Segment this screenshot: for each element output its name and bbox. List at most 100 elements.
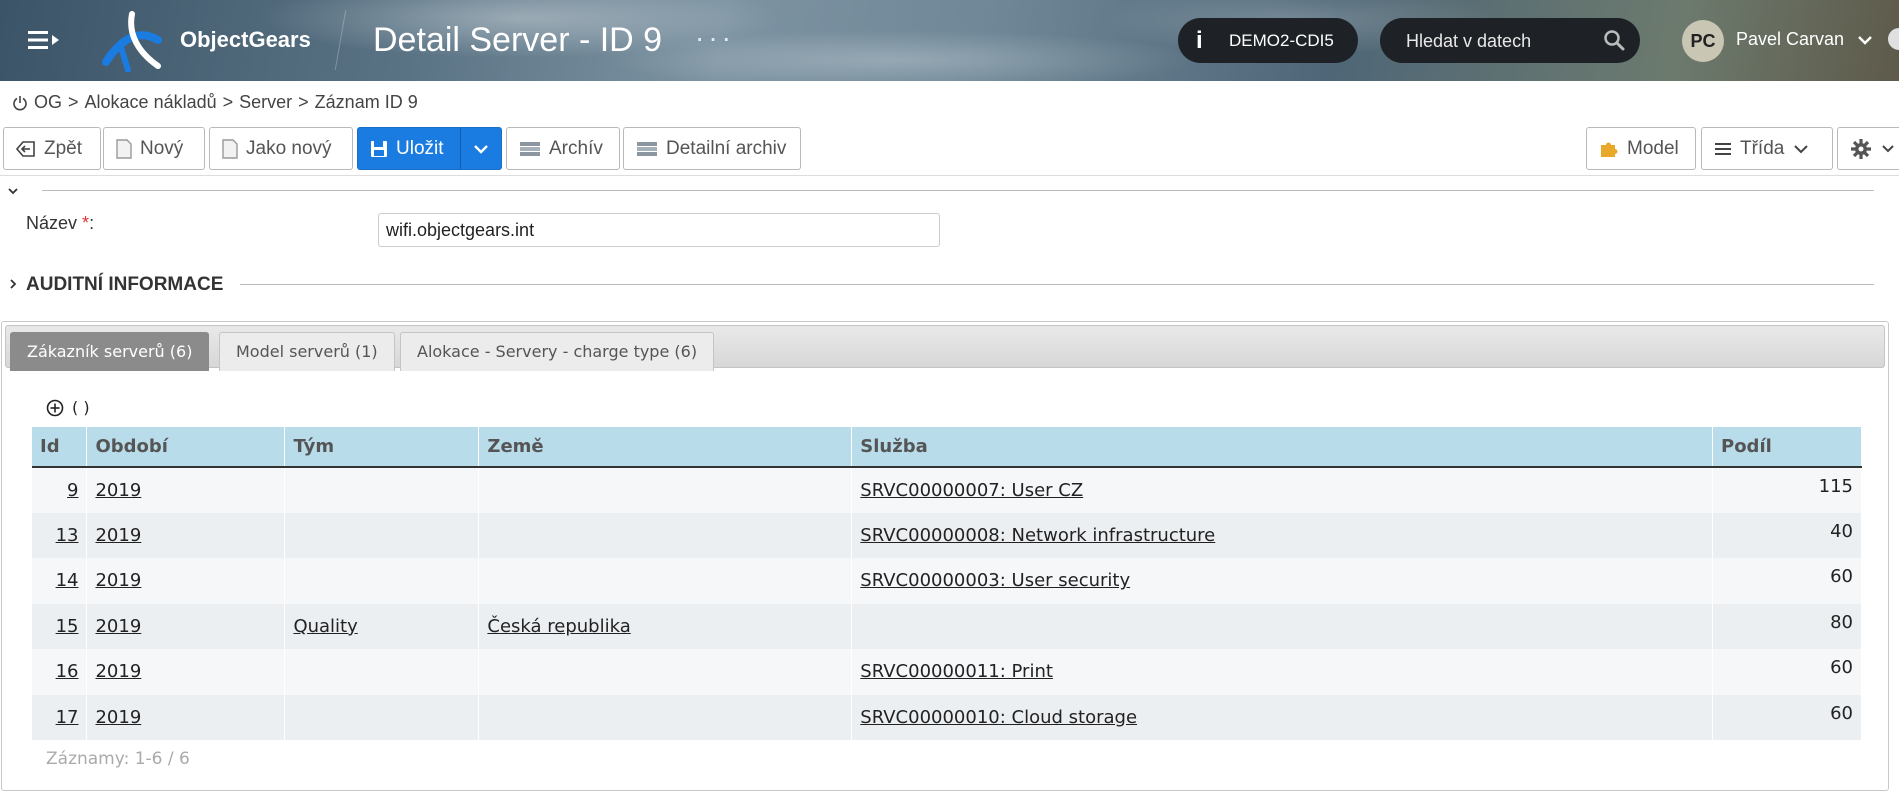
- column-header-team[interactable]: Tým: [284, 427, 480, 468]
- name-field-label: Název *:: [26, 213, 94, 234]
- table-row: 16 2019 SRVC00000011: Print 60: [32, 649, 1862, 695]
- row-period-link[interactable]: 2019: [95, 480, 141, 501]
- list-icon: [1715, 142, 1731, 155]
- row-service-link[interactable]: SRVC00000003: User security: [860, 570, 1130, 591]
- row-team-link[interactable]: Quality: [293, 616, 357, 637]
- environment-label: DEMO2-CDI5: [1229, 31, 1334, 50]
- class-label: Třída: [1740, 137, 1785, 159]
- gear-icon: [1851, 138, 1871, 159]
- new-button[interactable]: Nový: [103, 127, 205, 170]
- back-icon: [16, 140, 35, 157]
- row-service-link[interactable]: SRVC00000010: Cloud storage: [860, 707, 1137, 728]
- table-row: 9 2019 SRVC00000007: User CZ 115: [32, 467, 1862, 513]
- breadcrumb-server[interactable]: Server: [239, 92, 292, 113]
- tab-server-model[interactable]: Model serverů (1): [219, 332, 395, 371]
- expand-chevron-icon[interactable]: [6, 277, 20, 291]
- collapse-chevron-icon[interactable]: [6, 184, 20, 198]
- add-record-row: ( ): [46, 398, 90, 417]
- row-period-link[interactable]: 2019: [95, 616, 141, 637]
- column-header-period[interactable]: Období: [86, 427, 286, 468]
- document-copy-icon: [222, 138, 238, 159]
- archive-button[interactable]: Archív: [506, 127, 620, 170]
- row-id-link[interactable]: 15: [56, 616, 79, 637]
- table-row: 15 2019 Quality Česká republika 80: [32, 603, 1862, 649]
- table-row: 17 2019 SRVC00000010: Cloud storage 60: [32, 694, 1862, 740]
- row-id-link[interactable]: 13: [56, 525, 79, 546]
- breadcrumb-separator: >: [222, 92, 234, 112]
- app-header: ObjectGears Detail Server - ID 9 ··· i D…: [0, 0, 1899, 81]
- row-service-link[interactable]: SRVC00000008: Network infrastructure: [860, 525, 1215, 546]
- add-record-label[interactable]: ( ): [72, 398, 90, 417]
- chevron-down-icon[interactable]: [1855, 30, 1875, 50]
- class-dropdown[interactable]: Třída: [1701, 127, 1833, 170]
- search-input[interactable]: [1406, 29, 1596, 53]
- row-id-link[interactable]: 9: [67, 480, 78, 501]
- back-button[interactable]: Zpět: [3, 127, 101, 170]
- breadcrumb-og[interactable]: OG: [34, 92, 62, 113]
- column-header-id[interactable]: Id: [32, 427, 88, 468]
- name-label-text: Název: [26, 213, 78, 233]
- breadcrumb-cost-allocation[interactable]: Alokace nákladů: [85, 92, 217, 113]
- records-table: Id Období Tým Země Služba Podíl 9 2019 S…: [32, 427, 1862, 740]
- row-id-link[interactable]: 16: [56, 661, 79, 682]
- row-period-link[interactable]: 2019: [95, 525, 141, 546]
- audit-section-title[interactable]: AUDITNÍ INFORMACE: [26, 274, 223, 296]
- section-divider: [42, 190, 1874, 191]
- row-service-link[interactable]: SRVC00000007: User CZ: [860, 480, 1083, 501]
- toolbar-divider: [0, 175, 1899, 176]
- table-row: 14 2019 SRVC00000003: User security 60: [32, 558, 1862, 604]
- column-header-share[interactable]: Podíl: [1712, 427, 1862, 468]
- row-share: 60: [1712, 649, 1862, 695]
- chevron-down-icon: [474, 144, 488, 154]
- tab-server-customers[interactable]: Zákazník serverů (6): [10, 332, 210, 371]
- search-icon[interactable]: [1602, 28, 1626, 52]
- environment-badge[interactable]: i DEMO2-CDI5: [1178, 18, 1358, 63]
- column-header-service[interactable]: Služba: [851, 427, 1713, 468]
- row-period-link[interactable]: 2019: [95, 570, 141, 591]
- archive-icon: [520, 141, 540, 156]
- avatar[interactable]: PC: [1682, 20, 1724, 62]
- new-label: Nový: [140, 137, 184, 159]
- as-new-button[interactable]: Jako nový: [209, 127, 353, 170]
- back-label: Zpět: [44, 137, 83, 159]
- power-icon: [12, 95, 28, 111]
- row-share: 80: [1712, 603, 1862, 649]
- row-service-link[interactable]: SRVC00000011: Print: [860, 661, 1053, 682]
- breadcrumb-record: Záznam ID 9: [314, 92, 418, 112]
- as-new-label: Jako nový: [246, 137, 332, 159]
- row-id-link[interactable]: 17: [56, 707, 79, 728]
- save-button[interactable]: Uložit: [357, 127, 462, 170]
- column-header-country[interactable]: Země: [478, 427, 853, 468]
- name-input[interactable]: [378, 213, 940, 247]
- row-share: 40: [1712, 512, 1862, 558]
- settings-dropdown[interactable]: [1837, 127, 1899, 170]
- row-share: 60: [1712, 558, 1862, 604]
- page-title: Detail Server - ID 9: [373, 21, 663, 59]
- detail-archive-button[interactable]: Detailní archiv: [623, 127, 801, 170]
- records-count: Záznamy: 1-6 / 6: [46, 749, 190, 769]
- model-label: Model: [1627, 137, 1679, 159]
- breadcrumb-separator: >: [298, 92, 309, 112]
- save-options-toggle[interactable]: [460, 127, 502, 170]
- brand-name: ObjectGears: [180, 27, 311, 52]
- row-country-link[interactable]: Česká republika: [487, 616, 630, 637]
- detail-archive-label: Detailní archiv: [666, 137, 787, 159]
- objectgears-logo[interactable]: [98, 10, 164, 73]
- chevron-down-icon: [1882, 144, 1894, 152]
- more-dots-icon[interactable]: ···: [695, 22, 735, 54]
- add-circle-icon[interactable]: [46, 399, 64, 417]
- menu-toggle-icon[interactable]: [26, 27, 66, 53]
- row-period-link[interactable]: 2019: [95, 661, 141, 682]
- floppy-disk-icon: [371, 140, 387, 157]
- global-search: [1380, 18, 1640, 63]
- row-id-link[interactable]: 14: [56, 570, 79, 591]
- row-share: 60: [1712, 694, 1862, 740]
- tab-allocation-charge-type[interactable]: Alokace - Servery - charge type (6): [400, 332, 715, 371]
- archive-label: Archív: [549, 137, 603, 159]
- model-button[interactable]: Model: [1586, 127, 1696, 170]
- table-header-row: Id Období Tým Země Služba Podíl: [32, 427, 1862, 468]
- user-name[interactable]: Pavel Carvan: [1736, 29, 1844, 50]
- row-period-link[interactable]: 2019: [95, 707, 141, 728]
- section-divider: [240, 284, 1874, 285]
- breadcrumb: OG > Alokace nákladů > Server > Záznam I…: [12, 92, 418, 113]
